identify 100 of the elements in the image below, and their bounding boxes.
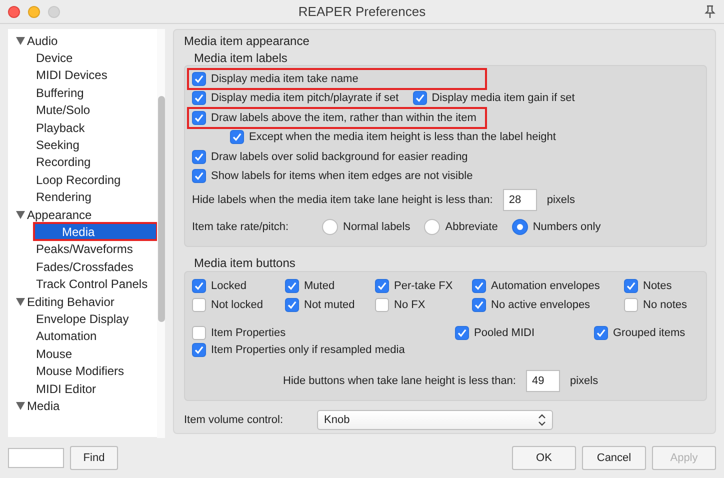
triangle-icon[interactable]	[16, 210, 25, 219]
check-icon	[457, 328, 467, 338]
checkbox-label: Not locked	[211, 299, 263, 311]
sidebar-item[interactable]: Buffering	[36, 84, 88, 102]
unit-label: pixels	[570, 374, 598, 386]
dialog-button[interactable]: OK	[512, 446, 576, 470]
checkbox-label: Draw labels over solid background for easier reading	[211, 150, 468, 163]
sidebar-item[interactable]: Mute/Solo	[36, 102, 94, 119]
checkbox-label: Automation envelopes	[491, 280, 600, 292]
checkbox-label: Item Properties only if resampled media	[211, 344, 405, 356]
check-icon	[414, 93, 425, 104]
checkbox-label: Muted	[304, 280, 335, 292]
chevron-updown-icon	[538, 414, 546, 426]
triangle-icon[interactable]	[16, 402, 25, 410]
sidebar-item[interactable]: Media	[27, 397, 64, 414]
sidebar-item[interactable]: Playback	[36, 119, 89, 136]
checkbox[interactable]	[192, 169, 206, 184]
sidebar-item[interactable]: Automation	[36, 328, 101, 345]
field-label: Hide buttons when take lane height is less than:	[283, 374, 516, 386]
checkbox-label: Display media item take name	[211, 72, 358, 85]
checkbox-label: Not muted	[304, 299, 355, 311]
checkbox[interactable]	[192, 279, 206, 293]
checkbox[interactable]	[285, 279, 299, 293]
checkbox-label: Draw labels above the item, rather than within the item	[211, 112, 476, 124]
check-icon	[194, 112, 204, 123]
sidebar-item[interactable]: Fades/Crossfades	[36, 258, 138, 276]
radio-button[interactable]	[322, 218, 338, 234]
number-field[interactable]: 49	[526, 370, 560, 392]
sidebar-item[interactable]: Mouse	[36, 345, 76, 362]
radio-label: Normal labels	[343, 220, 410, 232]
pin-icon[interactable]	[704, 4, 716, 18]
check-icon	[377, 281, 387, 291]
check-icon	[194, 74, 204, 84]
number-field[interactable]: 28	[502, 188, 537, 210]
checkbox[interactable]	[594, 326, 608, 340]
checkbox-label: Pooled MIDI	[474, 327, 535, 339]
checkbox-label: Grouped items	[613, 327, 686, 339]
sidebar-item[interactable]: Appearance	[27, 206, 96, 224]
check-icon	[194, 152, 204, 162]
group-title: Media item buttons	[194, 256, 296, 270]
checkbox[interactable]	[455, 326, 469, 340]
checkbox[interactable]	[375, 298, 389, 312]
sidebar-item[interactable]: Envelope Display	[36, 310, 133, 328]
sidebar-item[interactable]: Track Control Panels	[36, 276, 152, 293]
sidebar-item[interactable]: Rendering	[36, 188, 96, 206]
checkbox-label: No notes	[643, 299, 688, 311]
find-button[interactable]: Find	[70, 446, 118, 470]
checkbox[interactable]	[230, 130, 244, 144]
sidebar-item[interactable]: Recording	[36, 154, 95, 171]
unit-label: pixels	[546, 194, 575, 206]
checkbox[interactable]	[192, 91, 206, 106]
sidebar-item[interactable]: Loop Recording	[36, 171, 125, 188]
checkbox[interactable]	[472, 298, 486, 312]
sidebar-item[interactable]: Mouse Modifiers	[36, 362, 128, 380]
checkbox[interactable]	[624, 298, 638, 312]
radio-button[interactable]	[512, 218, 528, 234]
sidebar-item[interactable]: Media	[34, 223, 157, 240]
check-icon	[194, 345, 204, 355]
dialog-button[interactable]: Cancel	[582, 446, 646, 470]
sidebar-item[interactable]: Editing Behavior	[27, 293, 118, 310]
close-button[interactable]	[8, 6, 20, 18]
triangle-icon[interactable]	[16, 298, 25, 306]
checkbox-label: Display media item pitch/playrate if set	[211, 92, 399, 104]
checkbox-label: Except when the media item height is less than the label height	[249, 131, 556, 144]
checkbox[interactable]	[192, 110, 206, 125]
checkbox[interactable]	[285, 298, 299, 312]
check-icon	[596, 328, 606, 338]
checkbox[interactable]	[412, 91, 427, 106]
sidebar-item[interactable]: MIDI Editor	[36, 380, 100, 397]
radio-label: Abbreviate	[445, 220, 498, 232]
sidebar-item[interactable]: Audio	[27, 32, 62, 50]
sidebar-item[interactable]: Seeking	[36, 136, 84, 154]
checkbox[interactable]	[375, 279, 389, 293]
window-title: REAPER Preferences	[297, 4, 427, 19]
check-icon	[626, 281, 636, 291]
field-label: Hide labels when the media item take lane height is less than:	[192, 194, 493, 206]
sidebar-item[interactable]: MIDI Devices	[36, 66, 112, 84]
volume-select[interactable]: Knob	[317, 410, 553, 430]
sidebar-item[interactable]: Device	[36, 50, 77, 67]
sidebar-item[interactable]: Peaks/Waveforms	[36, 240, 137, 258]
checkbox[interactable]	[192, 72, 206, 86]
checkbox[interactable]	[624, 279, 638, 293]
triangle-icon[interactable]	[16, 36, 25, 45]
checkbox[interactable]	[192, 150, 206, 164]
radio-label: Numbers only	[532, 220, 601, 232]
checkbox[interactable]	[192, 343, 206, 357]
checkbox-label: Display media item gain if set	[432, 92, 575, 104]
checkbox[interactable]	[472, 279, 486, 293]
group-title: Media item labels	[194, 51, 288, 65]
checkbox[interactable]	[192, 298, 206, 312]
checkbox-label: Show labels for items when item edges are not visible	[211, 170, 473, 182]
checkbox[interactable]	[192, 326, 206, 340]
check-icon	[194, 93, 204, 104]
check-icon	[194, 281, 204, 291]
checkbox-label: No FX	[394, 299, 426, 311]
check-icon	[194, 171, 204, 182]
field-label: Item take rate/pitch:	[192, 220, 290, 232]
checkbox-label: No active envelopes	[491, 299, 590, 311]
radio-button[interactable]	[424, 218, 440, 234]
search-field[interactable]	[8, 448, 64, 468]
